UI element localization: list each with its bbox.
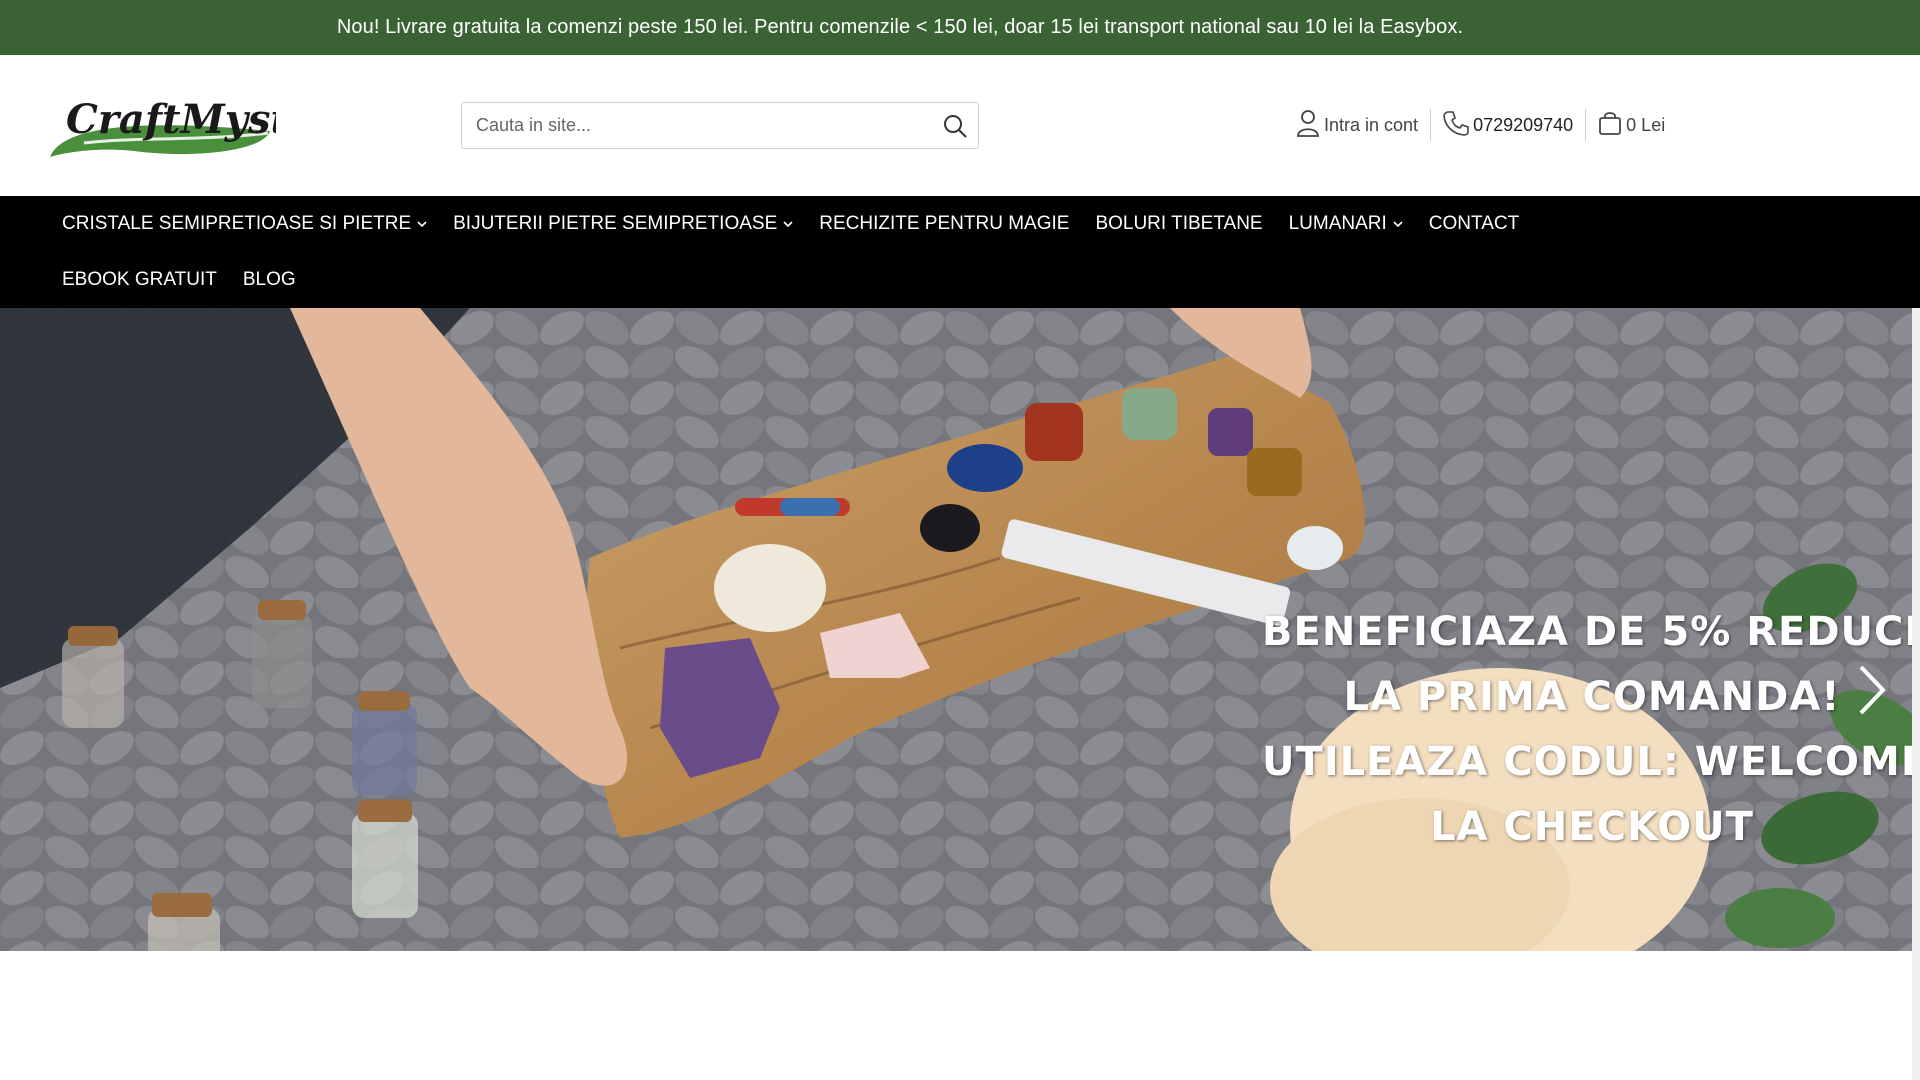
account-label: Intra in cont	[1324, 114, 1419, 135]
nav-item-label: BLOG	[242, 269, 296, 290]
nav-item-blog[interactable]: BLOG	[243, 269, 296, 291]
search-input[interactable]	[462, 103, 902, 148]
nav-item-label: BIJUTERII PIETRE SEMIPRETIOASE	[453, 213, 778, 234]
bag-icon	[1598, 110, 1622, 141]
phone-link[interactable]: 0729209740	[1443, 110, 1573, 141]
main-navigation: CRISTALE SEMIPRETIOASE SI PIETRE BIJUTER…	[0, 196, 1920, 308]
nav-item-bijuterii[interactable]: BIJUTERII PIETRE SEMIPRETIOASE	[453, 213, 793, 235]
nav-item-label: EBOOK GRATUIT	[62, 269, 217, 290]
chevron-down-icon	[417, 221, 427, 228]
slider-next-button[interactable]	[1855, 663, 1889, 717]
divider	[1430, 109, 1432, 141]
promo-line: BENEFICIAZA DE 5% REDUCERE	[1262, 609, 1912, 655]
announcement-text: Nou! Livrare gratuita la comenzi peste 1…	[336, 16, 1464, 38]
divider	[1585, 109, 1587, 141]
nav-row: EBOOK GRATUIT BLOG	[62, 252, 322, 308]
nav-item-label: LUMANARI	[1288, 213, 1387, 234]
site-logo[interactable]: CraftMystic	[44, 81, 329, 171]
cart-total: 0 Lei	[1626, 114, 1666, 135]
announcement-bar: Nou! Livrare gratuita la comenzi peste 1…	[0, 0, 1920, 55]
promo-line: UTILEAZA CODUL: WELCOME5	[1262, 739, 1912, 785]
promo-line: LA PRIMA COMANDA!	[1343, 674, 1841, 720]
nav-item-ebook[interactable]: EBOOK GRATUIT	[62, 269, 217, 291]
nav-item-label: RECHIZITE PENTRU MAGIE	[819, 213, 1070, 234]
site-header: CraftMystic Intra in cont 0729209740	[0, 55, 1920, 196]
phone-icon	[1443, 110, 1469, 141]
hero-slider: BENEFICIAZA DE 5% REDUCERE LA PRIMA COMA…	[0, 308, 1912, 951]
svg-text:CraftMystic: CraftMystic	[66, 96, 276, 143]
search-icon[interactable]	[942, 113, 968, 139]
nav-row: CRISTALE SEMIPRETIOASE SI PIETRE BIJUTER…	[62, 196, 1545, 252]
nav-item-contact[interactable]: CONTACT	[1429, 213, 1519, 235]
chevron-down-icon	[783, 221, 793, 228]
nav-item-boluri[interactable]: BOLURI TIBETANE	[1095, 213, 1262, 235]
nav-item-label: CRISTALE SEMIPRETIOASE SI PIETRE	[62, 213, 412, 234]
promo-text: BENEFICIAZA DE 5% REDUCERE LA PRIMA COMA…	[1262, 600, 1912, 860]
nav-item-label: BOLURI TIBETANE	[1095, 213, 1263, 234]
nav-item-cristale[interactable]: CRISTALE SEMIPRETIOASE SI PIETRE	[62, 213, 427, 235]
nav-item-lumanari[interactable]: LUMANARI	[1289, 213, 1403, 235]
scrollbar[interactable]	[1912, 308, 1920, 1080]
cart-link[interactable]: 0 Lei	[1598, 110, 1665, 141]
search-box	[461, 102, 979, 149]
nav-item-label: CONTACT	[1428, 213, 1520, 234]
chevron-right-icon	[1859, 665, 1886, 715]
account-link[interactable]: Intra in cont	[1296, 109, 1418, 142]
promo-line: LA CHECKOUT	[1430, 804, 1754, 850]
chevron-down-icon	[1393, 221, 1403, 228]
user-icon	[1296, 109, 1320, 142]
header-actions: Intra in cont 0729209740 0 Lei	[1296, 103, 1665, 147]
nav-item-rechizite[interactable]: RECHIZITE PENTRU MAGIE	[819, 213, 1069, 235]
phone-number: 0729209740	[1473, 114, 1574, 135]
